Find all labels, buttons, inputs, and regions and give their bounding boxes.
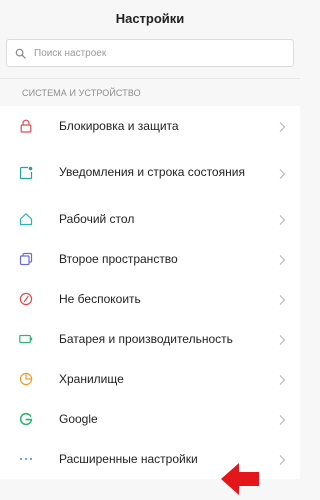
notification-icon xyxy=(18,165,34,181)
do-not-disturb-icon xyxy=(18,291,34,307)
settings-item-lock[interactable]: Блокировка и защита xyxy=(0,106,300,146)
home-icon xyxy=(18,211,34,227)
settings-item-storage[interactable]: Хранилище xyxy=(0,359,300,399)
page-title: Настройки xyxy=(115,10,185,26)
item-label: Не беспокоить xyxy=(59,291,141,306)
search-input[interactable] xyxy=(34,47,293,59)
google-icon xyxy=(18,411,34,427)
item-label: Уведомления и строка состояния xyxy=(59,165,245,179)
settings-item-google[interactable]: Google xyxy=(0,399,300,439)
lock-icon xyxy=(18,118,34,134)
item-label: Рабочий стол xyxy=(59,211,135,226)
more-icon xyxy=(18,451,34,467)
chevron-right-icon xyxy=(278,453,286,465)
item-label: Хранилище xyxy=(59,371,124,386)
settings-item-notifications[interactable]: Уведомления и строка состояния xyxy=(0,146,300,199)
chevron-right-icon xyxy=(278,253,286,265)
chevron-right-icon xyxy=(278,213,286,225)
chevron-right-icon xyxy=(278,167,286,179)
settings-item-do-not-disturb[interactable]: Не беспокоить xyxy=(0,279,300,319)
dual-space-icon xyxy=(18,251,34,267)
search-icon xyxy=(15,48,26,59)
chevron-right-icon xyxy=(278,373,286,385)
red-arrow-icon xyxy=(221,463,259,495)
settings-item-battery[interactable]: Батарея и производительность xyxy=(0,319,300,359)
settings-item-home-screen[interactable]: Рабочий стол xyxy=(0,199,300,239)
title-bar: Настройки xyxy=(0,0,300,36)
chevron-right-icon xyxy=(278,293,286,305)
chevron-right-icon xyxy=(278,120,286,132)
battery-icon xyxy=(18,331,34,347)
chevron-right-icon xyxy=(278,413,286,425)
search-container xyxy=(0,36,300,69)
search-box[interactable] xyxy=(6,39,294,67)
item-label: Батарея и производительность xyxy=(59,331,233,346)
section-header: СИСТЕМА И УСТРОЙСТВО xyxy=(22,88,141,98)
chevron-right-icon xyxy=(278,333,286,345)
item-label: Блокировка и защита xyxy=(59,118,179,133)
settings-item-second-space[interactable]: Второе пространство xyxy=(0,239,300,279)
storage-icon xyxy=(18,371,34,387)
item-label: Google xyxy=(59,411,98,426)
item-label: Второе пространство xyxy=(59,251,178,266)
settings-list: Блокировка и защита Уведомления и строка… xyxy=(0,106,300,479)
